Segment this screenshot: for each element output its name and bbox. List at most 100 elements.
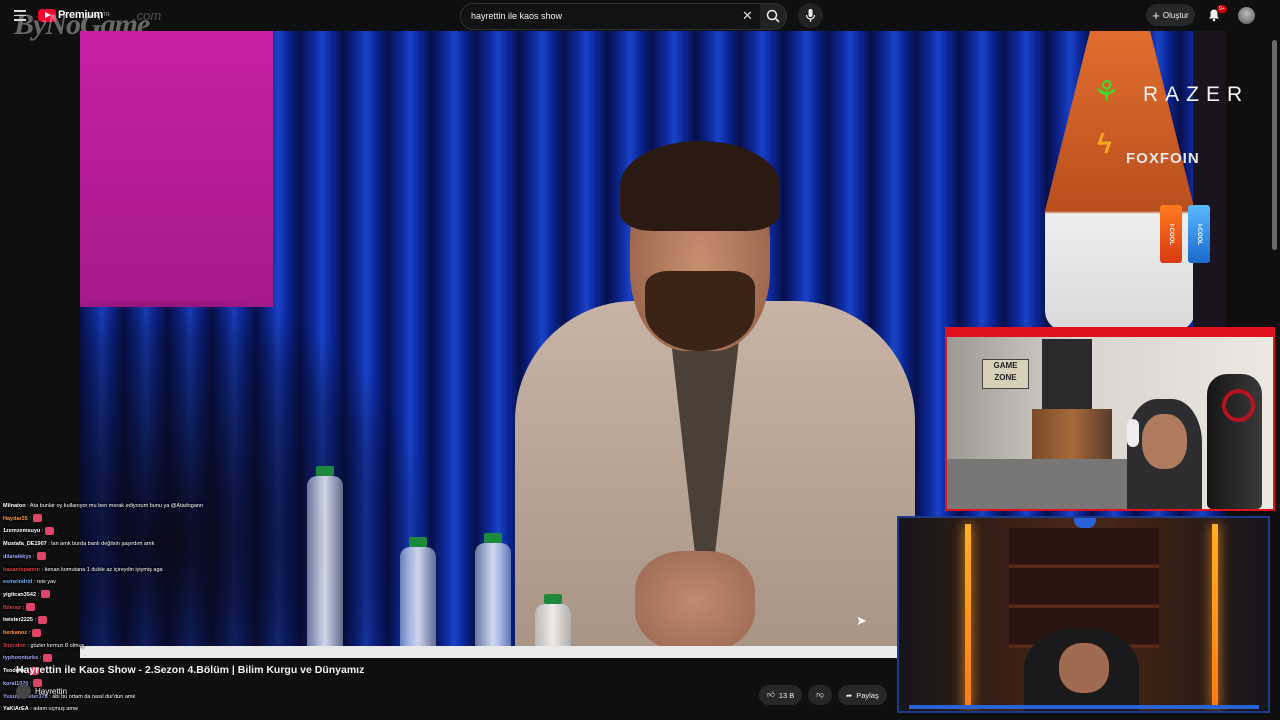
chat-message: fblerax : xyxy=(3,602,253,615)
like-button[interactable]: 👍︎ 13 B xyxy=(759,685,803,705)
water-bottle xyxy=(400,537,436,657)
voice-search-button[interactable] xyxy=(798,3,823,28)
host-person xyxy=(495,131,915,658)
headset xyxy=(1127,419,1139,447)
chat-username: hasanispannn xyxy=(3,566,40,573)
watermark-suffix: .com xyxy=(133,8,162,23)
chat-username: esmeindrid xyxy=(3,579,33,586)
icool-cans: I-COOL I-COOL xyxy=(1160,205,1216,265)
chat-text: : xyxy=(22,604,25,611)
chat-username: yigitcan3542 xyxy=(3,591,37,598)
chat-message: 3mindon : gözler kırmızı 8 olmuş xyxy=(3,640,253,653)
share-arrow-icon: ➦ xyxy=(845,690,853,700)
clear-search-icon[interactable]: ✕ xyxy=(742,8,753,24)
streamer-webcam-top: GAME ZONE xyxy=(945,327,1275,511)
wall-poster xyxy=(1042,339,1092,414)
neon-light-left xyxy=(965,524,971,709)
chat-message: twister2225 : xyxy=(3,614,253,627)
streamer-face xyxy=(1142,414,1187,469)
chat-text: : Ata bunlar oy kullanıyor mu ben merak … xyxy=(27,503,204,509)
search-button[interactable] xyxy=(760,3,787,30)
video-title: Hayrettin ile Kaos Show - 2.Sezon 4.Bölü… xyxy=(16,664,365,676)
streamer-webcam-bottom xyxy=(897,516,1270,713)
emote-icon xyxy=(32,628,42,637)
chat-text: : reis yav xyxy=(33,579,56,586)
neon-light-right xyxy=(1212,524,1218,709)
create-button[interactable]: + Oluştur xyxy=(1146,4,1195,26)
chat-message: 1zemzemsuyu : xyxy=(3,525,253,538)
dislike-button[interactable]: 👎︎ xyxy=(808,685,832,705)
account-avatar[interactable] xyxy=(1238,7,1255,24)
share-label: Paylaş xyxy=(856,690,879,700)
chat-text: : xyxy=(28,630,31,637)
chat-username: twister2225 xyxy=(3,617,33,624)
desk-setup xyxy=(947,459,1147,509)
chat-text: : kenan komutana 1 duble az içireydin iy… xyxy=(41,566,163,573)
chat-message: esmeindrid : reis yav xyxy=(3,576,253,589)
emote-icon xyxy=(26,603,36,612)
chat-text: : gözler kırmızı 8 olmuş xyxy=(27,642,85,649)
chat-message: dilaraikkys : xyxy=(3,551,253,564)
chat-text: : lan amk burda banlı değilsin şaşırdım … xyxy=(48,541,155,548)
channel-name[interactable]: Hayrettin xyxy=(35,687,67,696)
chat-message: Mustafa_DE1907 : lan amk burda banlı değ… xyxy=(3,538,253,551)
emote-icon xyxy=(43,653,53,662)
chat-message: Milnatoo : Ata bunlar oy kullanıyor mu b… xyxy=(3,500,253,513)
hands xyxy=(635,551,755,651)
razer-snake-icon: ⚘ xyxy=(1093,76,1120,109)
chair-logo xyxy=(1222,389,1255,422)
webcam-frame-top xyxy=(947,329,1273,337)
mouse-cursor-icon: ➤ xyxy=(856,613,867,628)
blue-can: I-COOL xyxy=(1188,205,1210,263)
chat-message: YaKlArEA : adam uçmuş amw xyxy=(3,703,253,716)
emote-icon xyxy=(41,590,51,599)
chat-username: berkanoz xyxy=(3,630,28,637)
chat-username: 1zemzemsuyu xyxy=(3,528,41,535)
chat-username: typhoonturks xyxy=(3,655,39,662)
channel-avatar[interactable] xyxy=(16,684,31,699)
chat-text: : xyxy=(37,591,40,598)
chat-username: YaKlArEA xyxy=(3,706,29,713)
chat-text: : xyxy=(39,655,42,662)
overlay-bar xyxy=(909,705,1259,709)
chat-username: Mustafa_DE1907 xyxy=(3,541,47,548)
chat-username: Haydar35 xyxy=(3,515,28,522)
chat-username: fblerax xyxy=(3,604,22,611)
top-bar: Premium TR hayrettin ile kaos show ✕ + O… xyxy=(0,0,1280,31)
create-label: Oluştur xyxy=(1162,10,1189,20)
like-count: 13 B xyxy=(778,690,795,700)
chat-text: : xyxy=(32,553,35,560)
thumbs-up-icon: 👍︎ xyxy=(767,690,775,699)
pink-screen xyxy=(80,31,273,307)
emote-icon xyxy=(45,526,55,535)
dark-pillar xyxy=(1193,31,1226,331)
share-button[interactable]: ➦ Paylaş xyxy=(837,685,887,705)
bookshelf xyxy=(1032,409,1112,459)
video-actions: 👍︎ 13 B 👎︎ ➦ Paylaş xyxy=(759,685,887,705)
chat-text: : xyxy=(34,617,37,624)
razer-sponsor: RAZER xyxy=(1143,83,1250,106)
chat-text: : xyxy=(41,528,44,535)
search-input[interactable]: hayrettin ile kaos show ✕ xyxy=(460,3,762,30)
game-zone-sign: GAME ZONE xyxy=(982,359,1029,389)
emote-icon xyxy=(38,615,48,624)
microphone-icon xyxy=(805,9,816,22)
chat-text: : xyxy=(29,515,31,522)
channel-info[interactable]: Hayrettin xyxy=(16,684,96,699)
chat-message: Haydar35 : xyxy=(3,513,253,526)
chat-message: hasanispannn : kenan komutana 1 duble az… xyxy=(3,564,253,577)
search-value: hayrettin ile kaos show xyxy=(471,11,563,21)
search-icon xyxy=(766,9,780,23)
foxfoin-sponsor: FOXFOIN xyxy=(1126,150,1200,167)
page-scrollbar[interactable] xyxy=(1272,40,1277,250)
chat-message: yigitcan3542 : xyxy=(3,589,253,602)
fox-logo-icon: ϟ xyxy=(1097,128,1112,159)
chat-username: 3mindon xyxy=(3,642,26,649)
chat-username: Milnatoo xyxy=(3,503,26,509)
emote-icon xyxy=(32,514,42,523)
hair xyxy=(620,141,780,231)
chat-message: berkanoz : xyxy=(3,627,253,640)
chat-text: : adam uçmuş amw xyxy=(30,706,78,713)
plus-icon: + xyxy=(1152,7,1160,23)
thumbs-down-icon: 👎︎ xyxy=(816,690,824,699)
